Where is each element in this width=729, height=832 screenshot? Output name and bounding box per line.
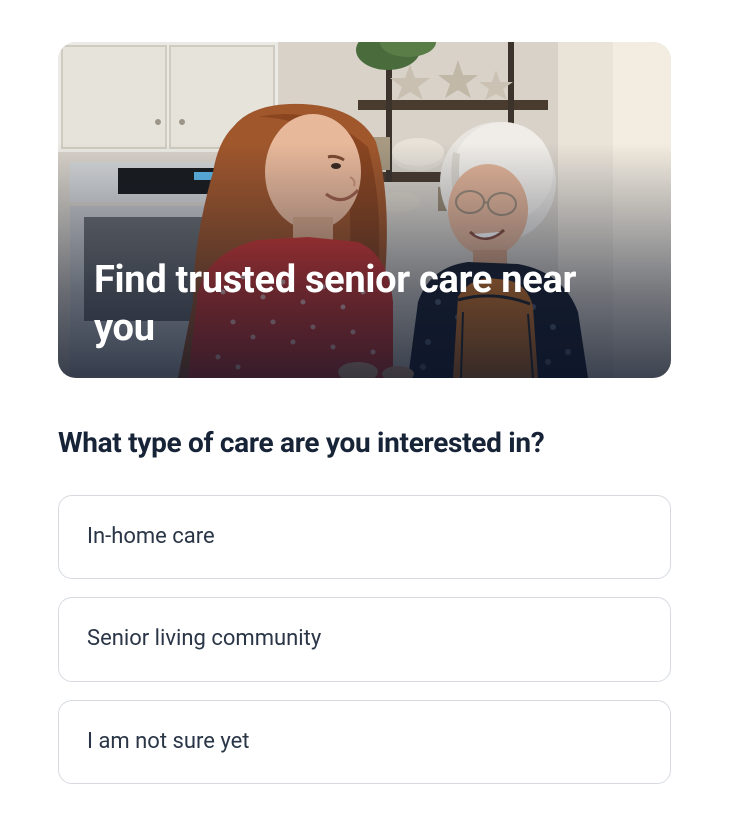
option-label: I am not sure yet: [87, 729, 250, 754]
option-label: In-home care: [87, 524, 215, 549]
hero-banner: Find trusted senior care near you: [58, 42, 671, 378]
question-heading: What type of care are you interested in?: [58, 426, 671, 459]
option-in-home-care[interactable]: In-home care: [58, 495, 671, 579]
option-not-sure[interactable]: I am not sure yet: [58, 700, 671, 784]
hero-title: Find trusted senior care near you: [94, 257, 641, 352]
option-label: Senior living community: [87, 626, 321, 651]
options-list: In-home care Senior living community I a…: [58, 495, 671, 784]
option-senior-living-community[interactable]: Senior living community: [58, 597, 671, 681]
